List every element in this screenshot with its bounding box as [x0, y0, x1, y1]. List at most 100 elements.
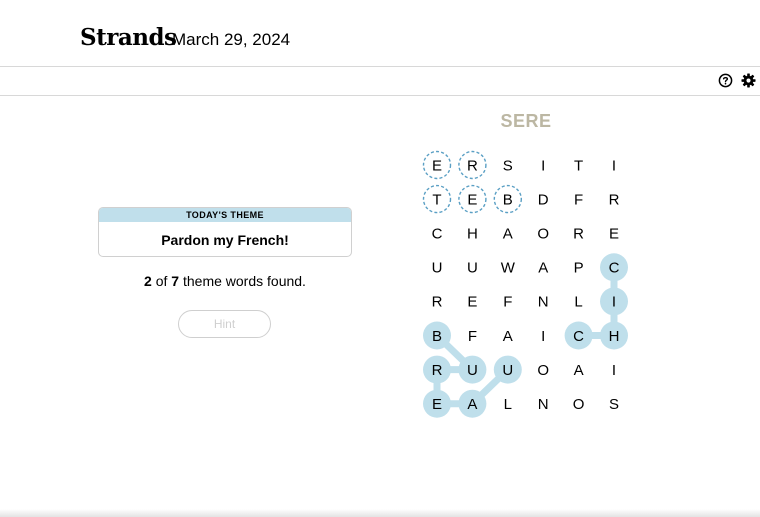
letter: F — [468, 328, 477, 345]
letter: A — [467, 396, 477, 413]
hint-button[interactable]: Hint — [178, 310, 271, 338]
letter: I — [541, 328, 545, 345]
letter-cell[interactable]: L — [504, 396, 512, 413]
letter: O — [537, 362, 549, 379]
letter: A — [503, 226, 513, 243]
progress-of: of — [155, 273, 168, 289]
letter-cell[interactable]: R — [423, 355, 451, 384]
letter-cell[interactable]: E — [423, 389, 451, 418]
help-icon[interactable] — [718, 73, 733, 88]
letter-cell[interactable]: W — [501, 260, 516, 277]
letter: F — [574, 191, 583, 208]
letter-cell[interactable]: I — [612, 157, 616, 174]
letter-cell[interactable]: N — [538, 294, 549, 311]
letter-cell[interactable]: E — [609, 226, 619, 243]
gear-icon[interactable] — [741, 73, 756, 88]
letter: S — [609, 396, 619, 413]
letter-cell[interactable]: L — [574, 294, 582, 311]
strands-logo: Strands — [80, 24, 177, 51]
letter-cell[interactable]: R — [458, 150, 487, 180]
letter-cell[interactable]: E — [467, 294, 477, 311]
toolbar-divider — [0, 95, 760, 96]
theme-label: TODAY'S THEME — [99, 208, 351, 222]
letter-cell[interactable]: I — [541, 157, 545, 174]
letter: N — [538, 396, 549, 413]
header-divider — [0, 66, 760, 67]
letter-cell[interactable]: N — [538, 396, 549, 413]
letter: A — [574, 362, 584, 379]
letter: O — [537, 226, 549, 243]
letter: A — [538, 260, 548, 277]
letter: H — [609, 328, 620, 345]
letter-cell[interactable]: C — [432, 226, 443, 243]
letter-cell[interactable]: P — [574, 260, 584, 277]
letter-cell[interactable]: F — [468, 328, 477, 345]
letter: I — [612, 294, 616, 311]
progress-suffix: theme words found. — [182, 273, 306, 289]
letter-cell[interactable]: S — [609, 396, 619, 413]
letter-cell[interactable]: I — [612, 362, 616, 379]
letter: T — [432, 191, 441, 208]
letter: E — [432, 157, 442, 174]
letter-cell[interactable]: F — [574, 191, 583, 208]
letter: E — [467, 294, 477, 311]
letter-cell[interactable]: R — [432, 294, 443, 311]
letter-cell[interactable]: A — [503, 226, 513, 243]
letter: R — [573, 226, 584, 243]
letter-cell[interactable]: B — [423, 321, 451, 350]
letter: O — [573, 396, 585, 413]
letter: U — [502, 362, 513, 379]
letter-cell[interactable]: U — [458, 355, 487, 384]
letter-cell[interactable]: A — [503, 328, 513, 345]
letter: U — [467, 362, 478, 379]
letter-cell[interactable]: I — [600, 287, 628, 316]
letter-cell[interactable]: H — [600, 321, 628, 350]
letter: D — [538, 191, 549, 208]
letter-cell[interactable]: O — [537, 362, 549, 379]
letter: B — [432, 328, 442, 345]
letter-cell[interactable]: R — [609, 191, 620, 208]
letter: S — [503, 157, 513, 174]
letter: E — [609, 226, 619, 243]
letter: R — [432, 294, 443, 311]
letter-cell[interactable]: E — [458, 184, 487, 214]
letter: P — [574, 260, 584, 277]
letter: E — [432, 396, 442, 413]
letter-cell[interactable]: S — [503, 157, 513, 174]
current-word: SERE — [500, 111, 552, 131]
letter: H — [467, 226, 478, 243]
letter-cell[interactable]: E — [422, 150, 452, 180]
letter-cell[interactable]: T — [422, 184, 452, 214]
letter: I — [612, 362, 616, 379]
letter-cell[interactable]: C — [600, 253, 628, 282]
letter: U — [467, 260, 478, 277]
letter: U — [432, 260, 443, 277]
app-header: Strands March 29, 2024 — [0, 0, 760, 66]
letter: R — [609, 191, 620, 208]
letter-cell[interactable]: U — [467, 260, 478, 277]
letter-cell[interactable]: B — [493, 184, 522, 214]
progress-text: 2 of 7 theme words found. — [98, 273, 352, 289]
letter: B — [503, 191, 513, 208]
letter-cell[interactable]: A — [458, 389, 487, 418]
letter: F — [503, 294, 512, 311]
letter-cell[interactable]: D — [538, 191, 549, 208]
letter-cell[interactable]: O — [573, 396, 585, 413]
letter-cell[interactable]: T — [574, 157, 583, 174]
letter-cell[interactable]: I — [541, 328, 545, 345]
letter: E — [467, 191, 477, 208]
found-count: 2 — [144, 273, 152, 289]
letter: L — [504, 396, 512, 413]
letter-cell[interactable]: R — [573, 226, 584, 243]
letter-cell[interactable]: H — [467, 226, 478, 243]
letter-cell[interactable]: F — [503, 294, 512, 311]
letter-cell[interactable]: O — [537, 226, 549, 243]
letter: R — [467, 157, 478, 174]
letter-cell[interactable]: A — [538, 260, 548, 277]
letter-cell[interactable]: A — [574, 362, 584, 379]
letter-cell[interactable]: C — [564, 321, 593, 350]
letter: A — [503, 328, 513, 345]
letter-cell[interactable]: U — [432, 260, 443, 277]
letter: I — [612, 157, 616, 174]
letter-cell[interactable]: U — [493, 355, 522, 384]
